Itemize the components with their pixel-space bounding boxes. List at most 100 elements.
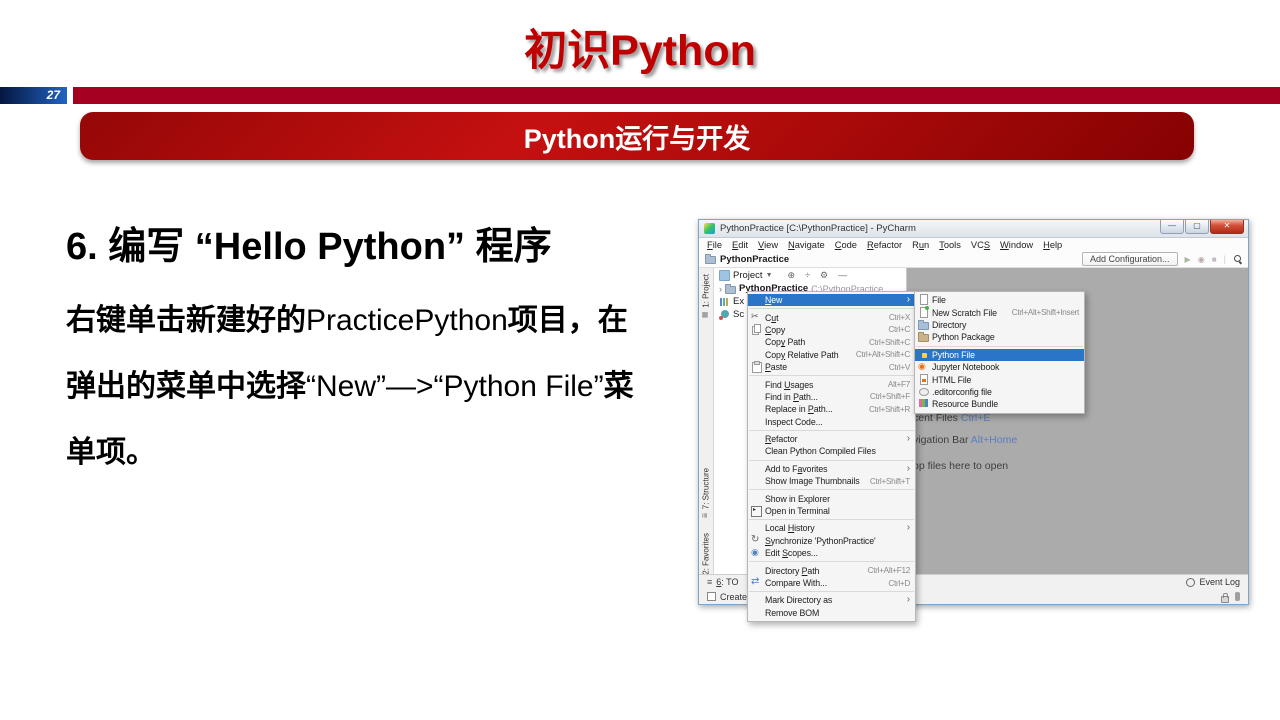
file-icon <box>918 294 929 306</box>
menubar-item-tools[interactable]: Tools <box>934 240 966 250</box>
menu-item-shortcut: Ctrl+Alt+Shift+C <box>855 350 910 360</box>
menu-item-label: Jupyter Notebook <box>932 362 1000 373</box>
menu-item-remove-bom[interactable]: Remove BOM <box>748 607 915 619</box>
menu-item-cut[interactable]: Cut Ctrl+X <box>748 311 915 323</box>
menu-item-show-in-explorer[interactable]: Show in Explorer <box>748 492 915 504</box>
debug-icon[interactable]: ◉ <box>1198 255 1205 264</box>
stop-icon[interactable]: ■ <box>1212 255 1217 264</box>
menu-separator <box>749 308 914 310</box>
menu-separator <box>749 519 914 521</box>
paragraph-segment: 右键单击新建好的 <box>66 303 306 337</box>
memory-indicator-icon[interactable] <box>1235 592 1240 601</box>
menu-item-label: Resource Bundle <box>932 399 998 410</box>
minimize-button[interactable]: — <box>1160 220 1184 234</box>
menu-item-editorconfig-file[interactable]: .editorconfig file <box>915 386 1084 398</box>
blank-icon <box>751 476 762 486</box>
paragraph-line: 右键单击新建好的PracticePython项目，在 <box>66 288 711 354</box>
menubar-item-file[interactable]: File <box>702 240 727 250</box>
menu-item-copy-relative-path[interactable]: Copy Relative Path Ctrl+Alt+Shift+C <box>748 349 915 361</box>
library-icon <box>719 297 730 307</box>
menu-item-synchronize-pythonpractice[interactable]: Synchronize 'PythonPractice' <box>748 535 915 547</box>
gear-icon[interactable]: ⚙ <box>820 270 828 281</box>
menu-item-label: Find Usages <box>765 379 814 390</box>
menu-item-refactor[interactable]: Refactor › <box>748 433 915 445</box>
context-menu: New › Cut Ctrl+X Copy Ctrl+C Copy Path Ctrl+Shi… <box>747 291 916 622</box>
window-titlebar[interactable]: PythonPractice [C:\PythonPractice] - PyC… <box>699 220 1248 238</box>
menu-item-label: Edit Scopes... <box>765 548 818 559</box>
status-toggle-icon[interactable] <box>707 592 716 601</box>
menu-item-jupyter-notebook[interactable]: Jupyter Notebook <box>915 361 1084 373</box>
toolwindow-tab-structure[interactable]: ≣ 7: Structure <box>699 468 713 518</box>
editor-hint: vigation Bar Alt+Home <box>913 434 1017 446</box>
hide-panel-icon[interactable]: — <box>838 270 847 280</box>
event-log-button[interactable]: Event Log <box>1186 577 1240 587</box>
menu-item-edit-scopes[interactable]: Edit Scopes... <box>748 547 915 559</box>
toolwindow-tab-project[interactable]: ▦ 1: Project <box>699 274 713 319</box>
menu-item-copy[interactable]: Copy Ctrl+C <box>748 323 915 336</box>
chevron-right-icon[interactable]: › <box>719 284 722 294</box>
menu-item-label: Inspect Code... <box>765 416 823 427</box>
maximize-button[interactable]: ▢ <box>1185 220 1209 234</box>
menubar-item-code[interactable]: Code <box>830 240 862 250</box>
close-button[interactable]: ✕ <box>1210 220 1244 234</box>
chevron-down-icon[interactable]: ▼ <box>766 272 773 279</box>
add-configuration-button[interactable]: Add Configuration... <box>1081 252 1178 266</box>
menubar-item-help[interactable]: Help <box>1038 240 1067 250</box>
toolwindow-tab-todo[interactable]: 6: TO <box>716 577 738 587</box>
menu-item-find-usages[interactable]: Find Usages Alt+F7 <box>748 378 915 390</box>
menubar-item-run[interactable]: Run <box>907 240 934 250</box>
menu-item-label: Show in Explorer <box>765 493 830 504</box>
menu-item-compare-with[interactable]: Compare With... Ctrl+D <box>748 577 915 589</box>
menu-item-html-file[interactable]: HTML File <box>915 373 1084 385</box>
menu-item-paste[interactable]: Paste Ctrl+V <box>748 361 915 374</box>
menu-item-directory-path[interactable]: Directory Path Ctrl+Alt+F12 <box>748 564 915 576</box>
blank-icon <box>751 446 762 456</box>
menu-item-file[interactable]: File <box>915 294 1084 306</box>
blank-icon <box>751 404 762 414</box>
menubar-item-window[interactable]: Window <box>995 240 1038 250</box>
slide: 初识Python 27 Python运行与开发 6. 编写 “Hello Pyt… <box>0 0 1280 720</box>
structure-tab-icon: ≣ <box>702 512 709 519</box>
paragraph-segment: 弹出的菜单中选择 <box>66 369 306 403</box>
menu-item-new-scratch-file[interactable]: New Scratch File Ctrl+Alt+Shift+Insert <box>915 306 1084 318</box>
menubar-item-refactor[interactable]: Refactor <box>862 240 907 250</box>
menu-item-copy-path[interactable]: Copy Path Ctrl+Shift+C <box>748 336 915 348</box>
menu-item-shortcut: Ctrl+Shift+C <box>869 337 910 347</box>
menu-item-new[interactable]: New › <box>748 294 915 307</box>
menu-item-show-image-thumbnails[interactable]: Show Image Thumbnails Ctrl+Shift+T <box>748 475 915 487</box>
submenu-arrow-icon: › <box>906 433 910 445</box>
menu-item-shortcut: Ctrl+Alt+Shift+Insert <box>1011 308 1080 318</box>
py-icon <box>918 349 929 360</box>
menu-item-find-in-path[interactable]: Find in Path... Ctrl+Shift+F <box>748 391 915 403</box>
menubar-item-view[interactable]: View <box>753 240 783 250</box>
menu-item-shortcut: Ctrl+C <box>888 325 910 335</box>
menu-item-python-file[interactable]: Python File <box>915 348 1084 361</box>
menu-item-label: Python Package <box>932 332 995 343</box>
menu-item-replace-in-path[interactable]: Replace in Path... Ctrl+Shift+R <box>748 403 915 415</box>
menu-item-directory[interactable]: Directory <box>915 319 1084 331</box>
menu-item-open-in-terminal[interactable]: Open in Terminal <box>748 505 915 518</box>
menu-item-add-to-favorites[interactable]: Add to Favorites › <box>748 463 915 475</box>
menu-item-clean-python-compiled-files[interactable]: Clean Python Compiled Files <box>748 445 915 457</box>
menu-separator <box>749 375 914 377</box>
run-icon[interactable]: ▶ <box>1185 255 1191 264</box>
menu-item-python-package[interactable]: Python Package <box>915 331 1084 343</box>
slide-title: 初识Python <box>524 27 756 75</box>
menubar-item-vcs[interactable]: VCS <box>966 240 995 250</box>
locate-icon[interactable]: ⊕ <box>788 270 796 281</box>
event-log-label: Event Log <box>1199 577 1240 587</box>
breadcrumb[interactable]: PythonPractice <box>720 254 789 265</box>
dir-icon <box>918 319 929 330</box>
search-icon[interactable] <box>1233 254 1243 265</box>
menu-item-resource-bundle[interactable]: Resource Bundle <box>915 398 1084 410</box>
menu-item-mark-directory-as[interactable]: Mark Directory as › <box>748 594 915 606</box>
menubar-item-navigate[interactable]: Navigate <box>783 240 830 250</box>
toolwindow-tab-label: 2: Favorites <box>701 533 711 575</box>
menu-item-inspect-code[interactable]: Inspect Code... <box>748 416 915 428</box>
menubar-item-edit[interactable]: Edit <box>727 240 753 250</box>
collapse-all-icon[interactable]: ÷ <box>805 270 810 280</box>
lock-icon[interactable] <box>1220 592 1229 603</box>
menu-item-label: Directory <box>932 319 967 330</box>
menu-item-local-history[interactable]: Local History › <box>748 522 915 534</box>
menu-item-label: Remove BOM <box>765 607 820 618</box>
